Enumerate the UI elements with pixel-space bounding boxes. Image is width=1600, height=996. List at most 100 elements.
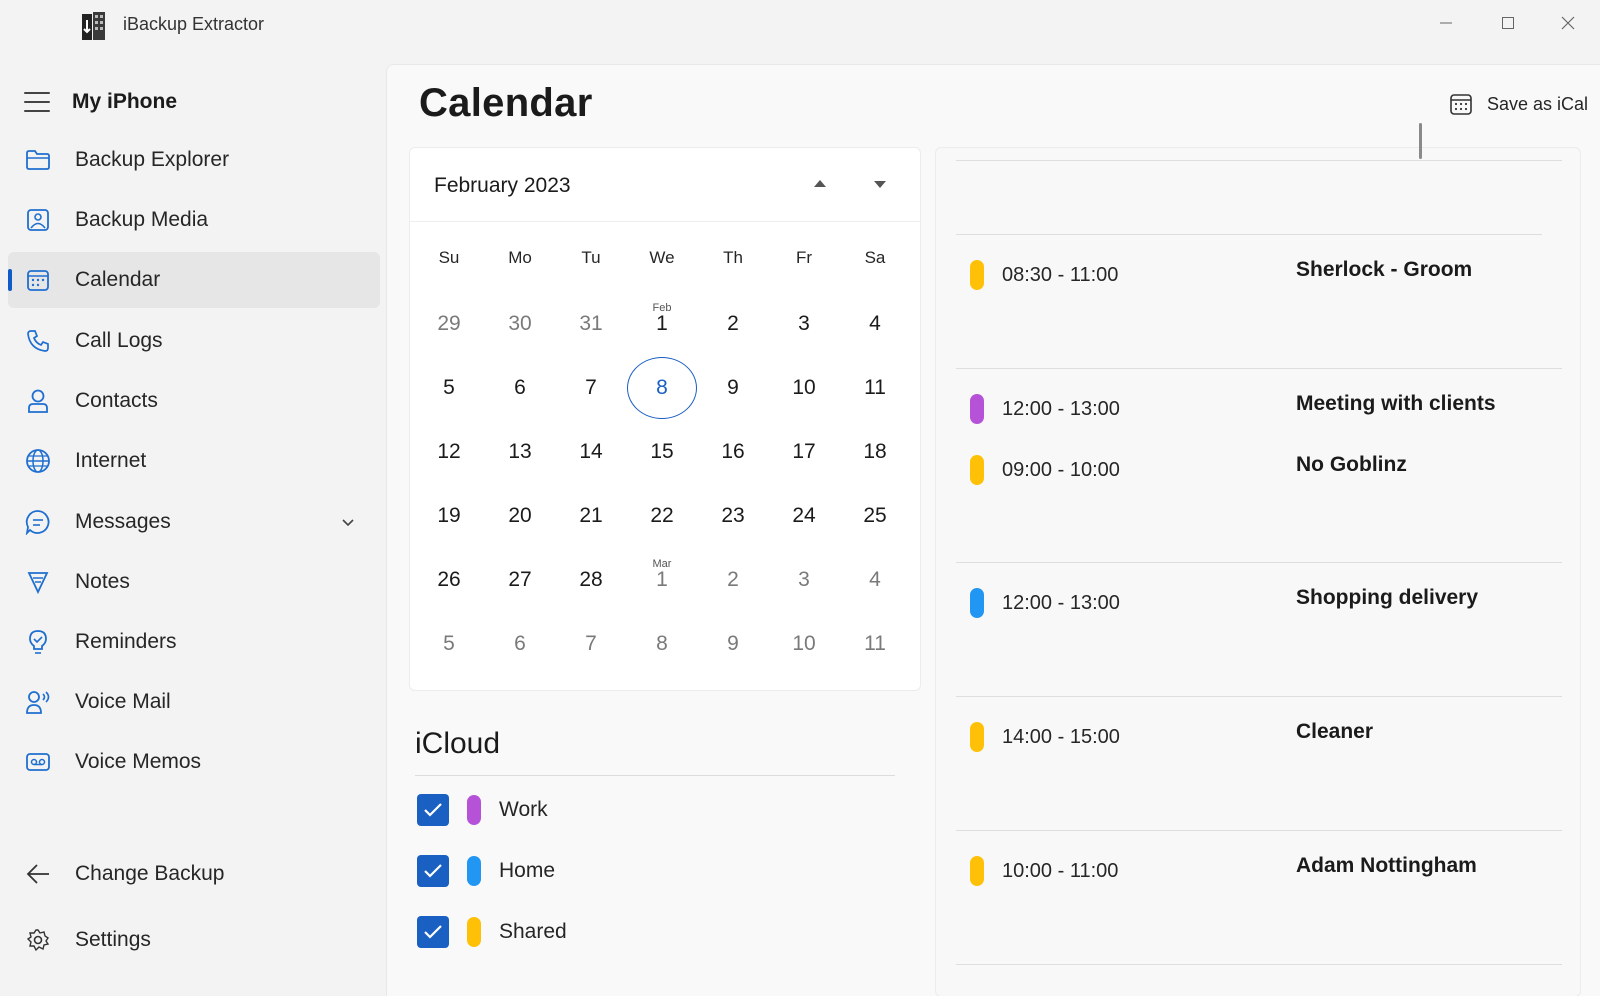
hamburger-menu-icon[interactable] [24,92,50,112]
sidebar-item-settings[interactable]: Settings [8,912,380,968]
calendar-day[interactable]: Feb 1 [627,292,697,356]
sidebar-item-notes[interactable]: Notes [8,554,380,610]
calendar-day[interactable]: 23 [698,484,768,548]
day-number: 7 [585,632,597,655]
previous-month-arrow-icon[interactable] [810,174,830,194]
event-color-bar [970,455,984,485]
calendar-day[interactable]: 10 [769,612,839,676]
calendar-day[interactable]: 15 [627,420,697,484]
calendar-day[interactable]: 28 [556,548,626,612]
calendar-day[interactable]: 7 [556,356,626,420]
event-item[interactable]: 09:00 - 10:00 No Goblinz [970,453,1570,487]
calendar-day[interactable]: 22 [627,484,697,548]
sidebar-item-voice-memos[interactable]: Voice Memos [8,734,380,790]
sidebar-item-messages[interactable]: Messages [8,494,380,550]
calendar-toggle-work[interactable]: Work [417,793,548,827]
page-title: Calendar [419,81,593,125]
calendar-day[interactable]: 6 [485,612,555,676]
calendar-day[interactable]: 14 [556,420,626,484]
calendar-day[interactable]: 3 [769,548,839,612]
sidebar-item-backup-media[interactable]: Backup Media [8,192,380,248]
calendar-day[interactable]: 2 [698,548,768,612]
sidebar: My iPhone Backup Explorer Backup Media C… [0,52,386,996]
sidebar-header: My iPhone [24,82,177,122]
sidebar-item-calendar[interactable]: Calendar [8,252,380,308]
day-number: 2 [727,568,739,591]
month-label[interactable]: February 2023 [434,174,571,198]
sidebar-item-reminders[interactable]: Reminders [8,614,380,670]
sidebar-item-voice-mail[interactable]: Voice Mail [8,674,380,730]
divider [415,775,895,776]
calendar-day[interactable]: 30 [485,292,555,356]
calendar-day[interactable]: 2 [698,292,768,356]
sidebar-item-call-logs[interactable]: Call Logs [8,313,380,369]
calendar-day[interactable]: 19 [414,484,484,548]
sidebar-item-internet[interactable]: Internet [8,433,380,489]
minimize-icon[interactable] [1426,8,1466,38]
calendar-day[interactable]: 29 [414,292,484,356]
chevron-down-icon[interactable] [338,512,358,532]
maximize-icon[interactable] [1488,8,1528,38]
day-number: 15 [650,440,674,463]
event-item[interactable]: 12:00 - 13:00 Meeting with clients [970,392,1570,426]
save-as-ical-button[interactable]: Save as iCal [1449,89,1588,119]
calendar-day[interactable]: 27 [485,548,555,612]
checkbox-checked[interactable] [417,855,449,887]
calendar-day[interactable]: 13 [485,420,555,484]
calendar-day[interactable]: 18 [840,420,910,484]
sidebar-item-backup-explorer[interactable]: Backup Explorer [8,132,380,188]
calendar-day[interactable]: 11 [840,356,910,420]
calendar-day[interactable]: 8 [627,612,697,676]
calendar-day[interactable]: 6 [485,356,555,420]
calendar-day[interactable]: 5 [414,612,484,676]
calendar-day[interactable]: 21 [556,484,626,548]
sidebar-item-change-backup[interactable]: Change Backup [8,846,380,902]
calendar-day[interactable]: 16 [698,420,768,484]
event-item[interactable]: 08:30 - 11:00 Sherlock - Groom [970,258,1570,292]
day-number: 10 [792,632,816,655]
sidebar-item-contacts[interactable]: Contacts [8,373,380,429]
day-number: 2 [727,312,739,335]
calendar-day[interactable]: 11 [840,612,910,676]
day-number: 19 [437,504,461,527]
calendar-toggle-shared[interactable]: Shared [417,915,567,949]
calendar-day[interactable]: 17 [769,420,839,484]
calendar-day[interactable]: 5 [414,356,484,420]
checkbox-checked[interactable] [417,794,449,826]
calendar-day[interactable]: 10 [769,356,839,420]
reminder-icon [24,628,52,656]
event-title: Adam Nottingham [1296,854,1477,877]
calendar-day[interactable]: 25 [840,484,910,548]
calendar-day[interactable]: 12 [414,420,484,484]
sidebar-item-label: Contacts [75,389,158,412]
calendar-day[interactable]: 7 [556,612,626,676]
app-title: iBackup Extractor [123,14,265,34]
calendar-day[interactable]: 4 [840,548,910,612]
day-number: 28 [579,568,603,591]
events-list[interactable]: 08:30 - 11:00 Sherlock - Groom 12:00 - 1… [935,147,1581,996]
calendar-header: February 2023 [410,148,920,222]
calendar-day[interactable]: 24 [769,484,839,548]
event-item[interactable]: 12:00 - 13:00 Shopping delivery [970,586,1570,620]
close-icon[interactable] [1548,8,1588,38]
event-item[interactable]: 14:00 - 15:00 Cleaner [970,720,1570,754]
sidebar-item-label: Calendar [75,268,161,291]
scrollbar-thumb[interactable] [1419,123,1422,159]
sidebar-item-label: Messages [75,510,171,533]
next-month-arrow-icon[interactable] [870,174,890,194]
day-number: 3 [798,312,810,335]
calendar-day[interactable]: 9 [698,612,768,676]
calendar-day[interactable]: 3 [769,292,839,356]
sidebar-item-label: Backup Explorer [75,148,230,171]
calendar-toggle-home[interactable]: Home [417,854,555,888]
checkbox-checked[interactable] [417,916,449,948]
calendar-day[interactable]: 26 [414,548,484,612]
calendar-day[interactable]: 4 [840,292,910,356]
calendar-day[interactable]: Mar 1 [627,548,697,612]
calendar-day[interactable]: 31 [556,292,626,356]
main-panel: Calendar Save as iCal February 2023 Su Mo… [386,64,1600,996]
calendar-day[interactable]: 9 [698,356,768,420]
calendar-day-today[interactable]: 8 [627,356,697,420]
event-item[interactable]: 10:00 - 11:00 Adam Nottingham [970,854,1570,888]
calendar-day[interactable]: 20 [485,484,555,548]
